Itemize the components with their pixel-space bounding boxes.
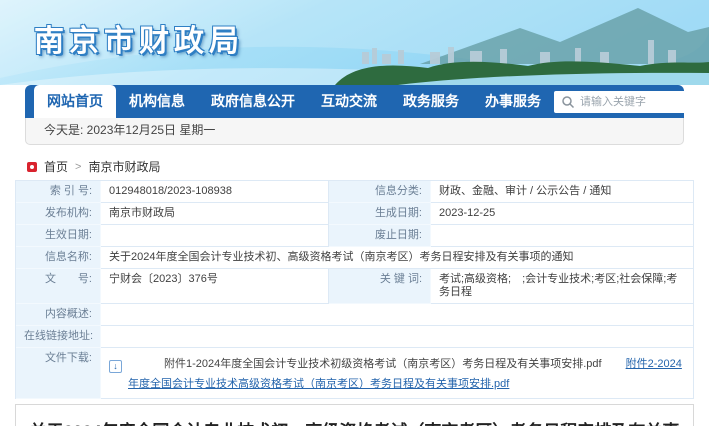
attachment-link-1[interactable]: 附件1-2024年度全国会计专业技术初级资格考试（南京考区）考务日程及有关事项安…	[164, 358, 602, 370]
search-icon	[561, 95, 575, 114]
nav-tab-services[interactable]: 办事服务	[472, 85, 554, 118]
meta-label-index-no: 索 引 号:	[16, 181, 101, 203]
download-icon: ↓	[109, 360, 122, 373]
meta-label-effective-date: 生效日期:	[16, 225, 101, 247]
site-header: 南京市财政局	[0, 0, 709, 85]
meta-value-publisher: 南京市财政局	[101, 203, 329, 225]
meta-value-effective-date	[101, 225, 329, 247]
meta-label-keywords: 关 键 词:	[329, 269, 431, 304]
meta-value-index-no: 012948018/2023-108938	[101, 181, 329, 203]
meta-value-keywords: 考试;高级资格; ;会计专业技术;考区;社会保障;考务日程	[431, 269, 694, 304]
meta-value-doc-no: 宁财会〔2023〕376号	[101, 269, 329, 304]
nav-tab-gov-info[interactable]: 政府信息公开	[198, 85, 308, 118]
breadcrumb-home[interactable]: 首页	[44, 158, 68, 175]
nav-tab-interaction[interactable]: 互动交流	[308, 85, 390, 118]
meta-label-expiry-date: 废止日期:	[329, 225, 431, 247]
main-navigation: 网站首页 机构信息 政府信息公开 互动交流 政务服务 办事服务 搜索	[25, 85, 684, 118]
article-container: 关于2024年度全国会计专业技术初、高级资格考试（南京考区）考务日程安排及有关事…	[15, 404, 694, 426]
meta-value-summary	[101, 304, 694, 326]
meta-label-online-link: 在线链接地址:	[16, 326, 101, 348]
meta-value-gen-date: 2023-12-25	[431, 203, 694, 225]
breadcrumb-separator: >	[75, 161, 81, 173]
search-input[interactable]	[554, 91, 706, 113]
meta-value-category: 财政、金融、审计 / 公示公告 / 通知	[431, 181, 694, 203]
breadcrumb-current: 南京市财政局	[88, 158, 160, 175]
date-bar: 今天是: 2023年12月25日 星期一	[25, 118, 684, 145]
home-icon	[27, 162, 37, 172]
site-title: 南京市财政局	[34, 16, 244, 60]
meta-label-gen-date: 生成日期:	[329, 203, 431, 225]
nav-tab-org-info[interactable]: 机构信息	[116, 85, 198, 118]
meta-label-publisher: 发布机构:	[16, 203, 101, 225]
meta-label-info-name: 信息名称:	[16, 247, 101, 269]
nav-tab-gov-services[interactable]: 政务服务	[390, 85, 472, 118]
article-title: 关于2024年度全国会计专业技术初、高级资格考试（南京考区）考务日程安排及有关事…	[28, 418, 681, 426]
nav-tab-home[interactable]: 网站首页	[34, 85, 116, 118]
meta-label-category: 信息分类:	[329, 181, 431, 203]
meta-label-doc-no: 文 号:	[16, 269, 101, 304]
metadata-table: 索 引 号: 012948018/2023-108938 信息分类: 财政、金融…	[15, 180, 694, 399]
meta-label-downloads: 文件下载:	[16, 348, 101, 399]
search-area: 搜索	[554, 91, 709, 113]
meta-label-summary: 内容概述:	[16, 304, 101, 326]
meta-value-online-link	[101, 326, 694, 348]
meta-value-downloads: ↓ 附件1-2024年度全国会计专业技术初级资格考试（南京考区）考务日程及有关事…	[101, 348, 694, 399]
meta-value-info-name: 关于2024年度全国会计专业技术初、高级资格考试（南京考区）考务日程安排及有关事…	[101, 247, 694, 269]
breadcrumb: 首页 > 南京市财政局	[27, 158, 709, 175]
meta-value-expiry-date	[431, 225, 694, 247]
